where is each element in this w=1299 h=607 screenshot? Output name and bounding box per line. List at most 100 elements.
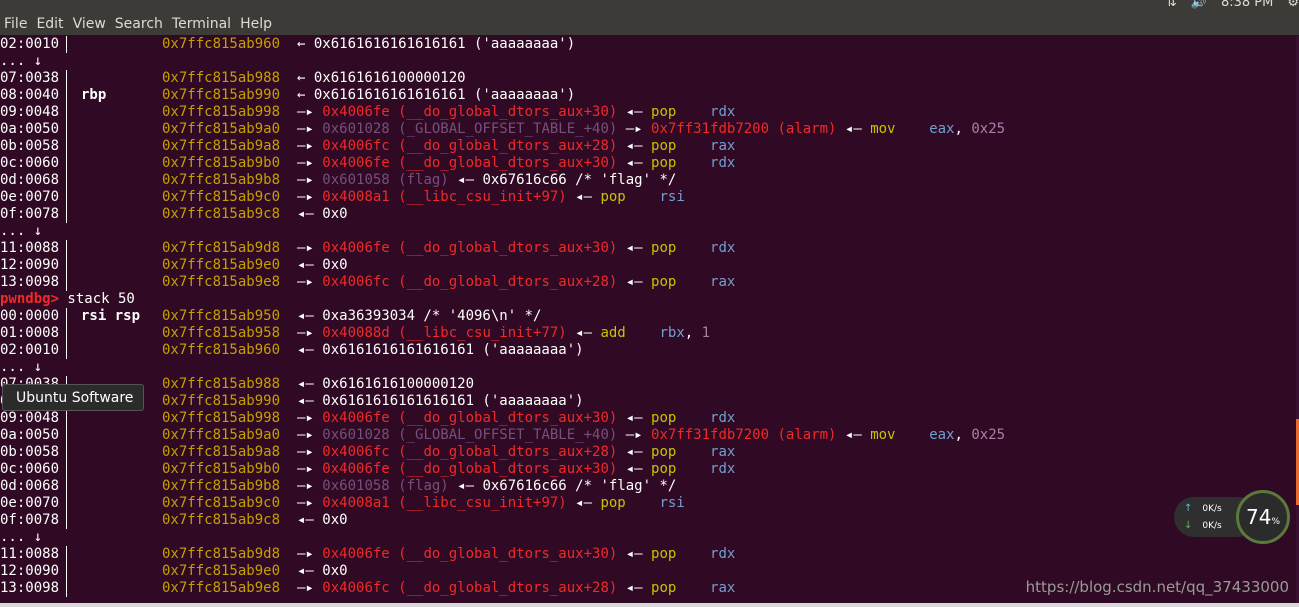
value-segment: 0x601058 (flag) [322,478,449,494]
value-segment: —▸ [297,240,323,256]
stack-offset: 12:0090 [0,257,60,273]
terminal-line: ... ↓ [0,223,1296,240]
stack-address: 0x7ffc815ab990 [162,87,281,103]
stack-value: —▸ 0x4006fe (__do_global_dtors_aux+30) ◂… [297,104,735,121]
column-divider [66,104,67,121]
stack-value: ◂— 0xa36393034 /* '4096\n' */ [297,308,541,325]
stack-offset: 13:0098 [0,580,60,596]
column-divider [66,121,67,138]
stack-value: ◂— 0x6161616161616161 ('aaaaaaaa') [297,342,584,359]
terminal-line: 0b:0058 0x7ffc815ab9a8 —▸ 0x4006fc (__do_g… [0,444,1296,461]
value-segment: rbx [659,325,685,341]
network-icon[interactable]: ⇅ [1166,0,1177,10]
ellipsis-marker: ... ↓ [0,223,43,239]
terminal-line: ... ↓ [0,529,1296,546]
terminal-line: 0e:0070 0x7ffc815ab9c0 —▸ 0x4008a1 (__libc… [0,189,1296,206]
value-segment: ◂— [617,410,652,426]
column-divider [66,36,67,53]
value-segment: —▸ [297,478,323,494]
value-segment: —▸ [297,495,323,511]
value-segment: —▸ [297,155,323,171]
net-speed-widget[interactable]: ↑ 0K/s ↓ 0K/s 74% [1174,490,1292,544]
value-segment: , [954,427,972,443]
value-segment: —▸ [297,427,323,443]
value-segment: ← 0x6161616161616161 ('aaaaaaaa') [297,36,576,52]
terminal-line: 08:00400x7ffc815ab990◂— 0x61616161616161… [0,393,1296,410]
menu-edit[interactable]: Edit [36,16,63,32]
column-divider [66,172,67,189]
stack-value: ← 0x6161616100000120 [297,70,466,87]
menu-terminal[interactable]: Terminal [172,16,231,32]
column-divider [66,155,67,172]
menu-bar: File Edit View Search Terminal Help ⇅ 🔊 … [0,0,1299,35]
value-segment: rdx [710,240,736,256]
value-segment: , [954,121,972,137]
value-segment: rax [710,444,736,460]
cpu-gauge: 74% [1236,490,1290,544]
stack-address: 0x7ffc815ab9c0 [162,495,281,511]
value-segment: pop [651,444,711,460]
upload-arrow-icon: ↑ [1184,503,1193,514]
value-segment: 0x4006fe (__do_global_dtors_aux+30) [322,461,618,477]
clock[interactable]: 8:38 PM [1221,0,1273,10]
value-segment: 0x4006fe (__do_global_dtors_aux+30) [322,240,618,256]
stack-address: 0x7ffc815ab9e8 [162,274,281,290]
value-segment: , [684,325,702,341]
stack-address: 0x7ffc815ab990 [162,393,281,409]
value-segment: ◂— 0x0 [297,563,348,579]
menu-search[interactable]: Search [115,16,163,32]
value-segment: 0x4006fe (__do_global_dtors_aux+30) [322,546,618,562]
register-label: rbp [81,87,107,103]
stack-value: —▸ 0x4008a1 (__libc_csu_init+97) ◂— pop … [297,189,685,206]
column-divider [66,410,67,427]
stack-offset: 0a:0050 [0,121,60,137]
terminal-line: 0c:0060 0x7ffc815ab9b0 —▸ 0x4006fe (__do_g… [0,461,1296,478]
value-segment: mov [870,427,930,443]
terminal-output[interactable]: 02:0010 0x7ffc815ab960 ← 0x616161616161616… [0,36,1296,605]
stack-value: —▸ 0x601058 (flag) ◂— 0x67616c66 /* 'fla… [297,478,676,495]
column-divider [66,70,67,87]
stack-offset: 13:0098 [0,274,60,290]
download-unit: K/s [1208,521,1222,531]
stack-address: 0x7ffc815ab950 [162,308,281,324]
value-segment: pop [651,410,711,426]
value-segment: ◂— [617,461,652,477]
terminal-line: 0a:0050 0x7ffc815ab9a0 —▸ 0x601028 (_GLOBA… [0,121,1296,138]
value-segment: ◂— [617,240,652,256]
command-text: stack 50 [59,291,135,307]
value-segment: ◂— 0x6161616161616161 ('aaaaaaaa') [297,342,584,358]
stack-address: 0x7ffc815ab998 [162,104,281,120]
column-divider [66,461,67,478]
value-segment: —▸ [617,427,652,443]
stack-value: —▸ 0x4006fe (__do_global_dtors_aux+30) ◂… [297,461,735,478]
stack-address: 0x7ffc815ab988 [162,70,281,86]
value-segment: ◂— [617,580,652,596]
value-segment: —▸ [297,172,323,188]
value-segment: ◂— 0x0 [297,257,348,273]
value-segment: ◂— 0xa36393034 /* '4096\n' */ [297,308,542,324]
value-segment: —▸ [297,461,323,477]
value-segment: 0x601058 (flag) [322,172,449,188]
value-segment: ◂— [566,325,601,341]
value-segment: —▸ [297,580,323,596]
menu-view[interactable]: View [73,16,106,32]
value-segment: 0x4006fc (__do_global_dtors_aux+28) [322,580,618,596]
menu-help[interactable]: Help [240,16,272,32]
stack-offset: 0d:0068 [0,172,60,188]
column-divider [66,478,67,495]
value-segment: —▸ [297,325,323,341]
stack-address: 0x7ffc815ab9c0 [162,189,281,205]
menu-file[interactable]: File [4,16,27,32]
stack-value: —▸ 0x601058 (flag) ◂— 0x67616c66 /* 'fla… [297,172,676,189]
stack-value: —▸ 0x4008a1 (__libc_csu_init+97) ◂— pop … [297,495,685,512]
cpu-percent-sign: % [1271,517,1280,527]
ellipsis-marker: ... ↓ [0,53,43,69]
volume-icon[interactable]: 🔊 [1191,0,1207,10]
stack-offset: 0b:0058 [0,138,60,154]
gear-icon[interactable]: ⚙ [1287,0,1299,10]
terminal-line: 0d:0068 0x7ffc815ab9b8 —▸ 0x601058 (flag) … [0,478,1296,495]
value-segment: ◂— [836,427,871,443]
stack-value: ◂— 0x0 [297,563,348,580]
terminal-line: pwndbg> stack 50 [0,291,1296,308]
value-segment: 0x7ff31fdb7200 (alarm) [651,427,837,443]
